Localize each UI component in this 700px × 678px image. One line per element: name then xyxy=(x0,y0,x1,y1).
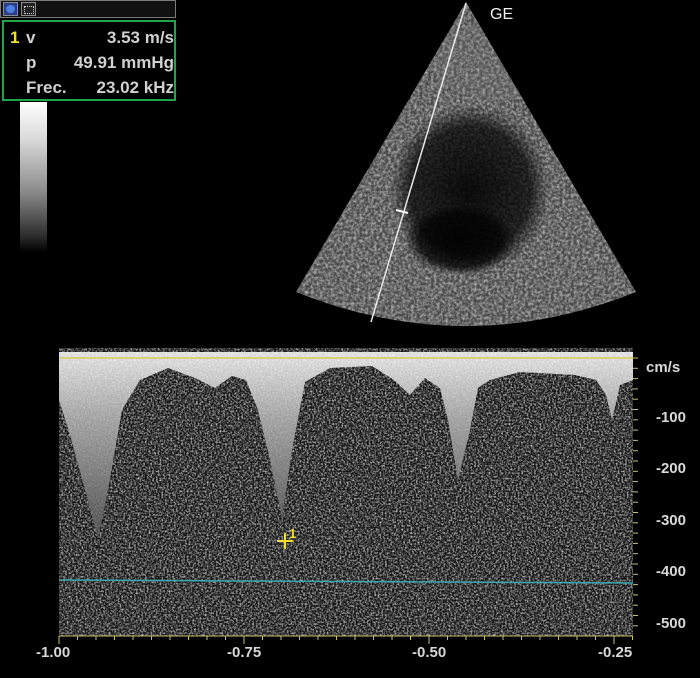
y-tick-label: -500 xyxy=(655,615,686,632)
y-tick-label: -200 xyxy=(655,460,686,477)
measurement-cursor-label: 1 xyxy=(289,526,297,541)
x-tick-label: -0.25 xyxy=(598,644,633,661)
y-tick-label: -100 xyxy=(655,409,686,426)
x-tick-label: -0.75 xyxy=(227,644,262,661)
y-tick-label: -400 xyxy=(655,563,686,580)
doppler-spectrum-panel: cm/s -100 -200 -300 -400 -500 -1.00 -0.7… xyxy=(0,340,700,673)
vendor-label: GE xyxy=(490,6,514,23)
doppler-spectrum xyxy=(58,348,638,644)
x-tick-label: -0.50 xyxy=(412,644,447,661)
velocity-unit-label: cm/s xyxy=(646,359,681,376)
y-tick-label: -300 xyxy=(655,512,686,529)
echo-sector-image xyxy=(296,2,636,326)
x-tick-label: -1.00 xyxy=(36,644,71,661)
